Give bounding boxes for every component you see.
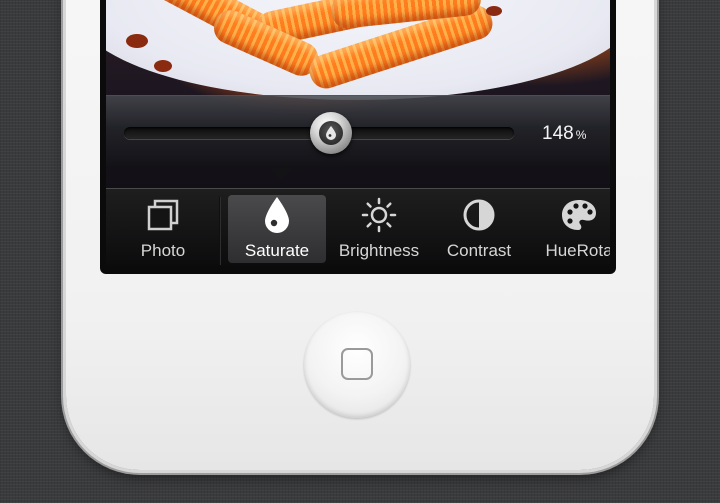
sauce-spot — [126, 34, 148, 48]
tool-brightness[interactable]: Brightness — [330, 195, 428, 263]
sun-icon — [330, 195, 428, 235]
tool-contrast-label: Contrast — [446, 241, 512, 260]
sauce-spot — [154, 60, 172, 72]
adjustment-slider-panel: 148% — [106, 95, 610, 169]
tool-brightness-label: Brightness — [338, 241, 420, 260]
tool-photo[interactable]: Photo — [114, 195, 212, 263]
photos-icon — [114, 195, 212, 235]
filter-toolbar: Photo Saturate Brightness Contrast HueRo… — [106, 188, 610, 266]
tool-saturate[interactable]: Saturate — [228, 195, 326, 263]
slider-value: 148% — [542, 123, 586, 145]
home-square-icon — [341, 348, 373, 380]
toolbar-divider — [219, 197, 221, 265]
drop-icon — [318, 121, 343, 145]
tool-contrast[interactable]: Contrast — [430, 195, 528, 263]
tool-saturate-label: Saturate — [244, 241, 310, 260]
slider-value-unit: % — [575, 128, 587, 142]
sauce-spot — [486, 6, 502, 16]
tool-huerotate-label: HueRota — [545, 241, 610, 260]
contrast-icon — [430, 195, 528, 235]
home-button[interactable] — [304, 312, 410, 418]
slider-knob[interactable] — [309, 112, 352, 154]
app-screen: 148% Photo Saturate Brightness Contrast … — [106, 0, 610, 266]
palette-icon — [530, 195, 610, 235]
tool-photo-label: Photo — [140, 241, 186, 260]
tool-huerotate[interactable]: HueRota — [530, 195, 610, 263]
drop-icon — [228, 195, 326, 235]
slider-value-number: 148 — [542, 123, 574, 144]
active-tool-pointer — [270, 168, 292, 180]
